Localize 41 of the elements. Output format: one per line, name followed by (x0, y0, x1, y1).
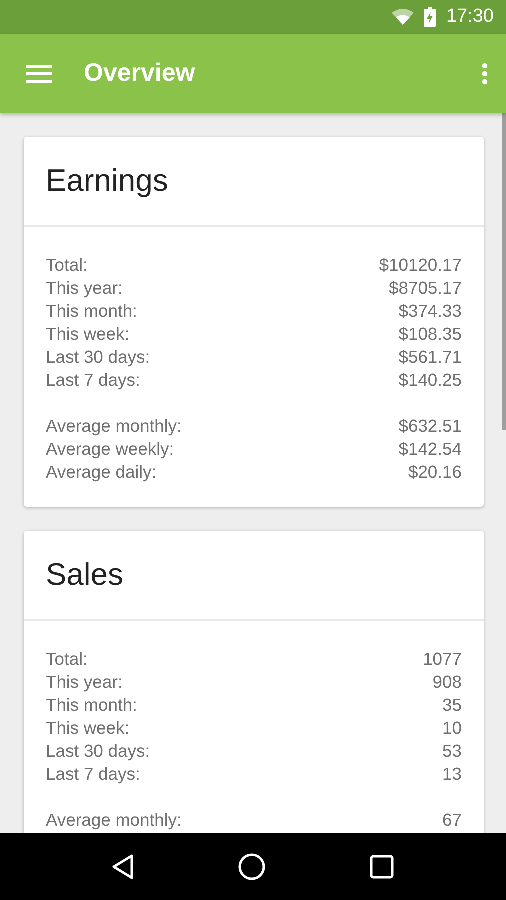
stat-label: Total: (46, 255, 88, 276)
stat-label: Average monthly: (46, 810, 182, 831)
stat-label: Average monthly: (46, 416, 182, 437)
wifi-icon (392, 9, 414, 25)
stat-label: Average weekly: (46, 439, 174, 460)
stat-label: Average daily: (46, 462, 157, 483)
stat-value: 35 (442, 695, 462, 716)
app-bar-title: Overview (84, 59, 196, 88)
stat-value: $142.54 (398, 439, 462, 460)
stat-label: This week: (46, 324, 130, 345)
stat-value: $108.35 (398, 324, 462, 345)
stat-value: $20.16 (408, 462, 462, 483)
stat-label: This year: (46, 672, 123, 693)
stat-value: 1077 (423, 649, 462, 670)
card-title: Earnings (46, 163, 168, 199)
stat-label: Last 7 days: (46, 370, 140, 391)
clock-time: 17:30 (446, 6, 494, 28)
stat-value: $10120.17 (379, 255, 462, 276)
battery-icon (424, 7, 436, 27)
stat-value: 53 (442, 741, 462, 762)
stat-value: 10 (442, 718, 462, 739)
stat-label: This year: (46, 278, 123, 299)
back-icon[interactable] (112, 854, 134, 880)
stat-label: Last 30 days: (46, 741, 150, 762)
stat-value: 13 (442, 764, 462, 785)
card-title: Sales (46, 557, 124, 593)
stat-label: This month: (46, 301, 138, 322)
stat-value: $374.33 (398, 301, 462, 322)
stat-value: $140.25 (398, 370, 462, 391)
stat-value: 908 (432, 672, 462, 693)
stat-value: $561.71 (398, 347, 462, 368)
home-icon[interactable] (238, 852, 266, 880)
stat-value: $8705.17 (389, 278, 462, 299)
stat-value: 67 (442, 810, 462, 831)
stat-label: This week: (46, 718, 130, 739)
stat-label: This month: (46, 695, 138, 716)
stat-label: Total: (46, 649, 88, 670)
stat-label: Last 7 days: (46, 764, 140, 785)
recents-icon[interactable] (370, 854, 394, 878)
stat-label: Last 30 days: (46, 347, 150, 368)
stat-value: $632.51 (398, 416, 462, 437)
